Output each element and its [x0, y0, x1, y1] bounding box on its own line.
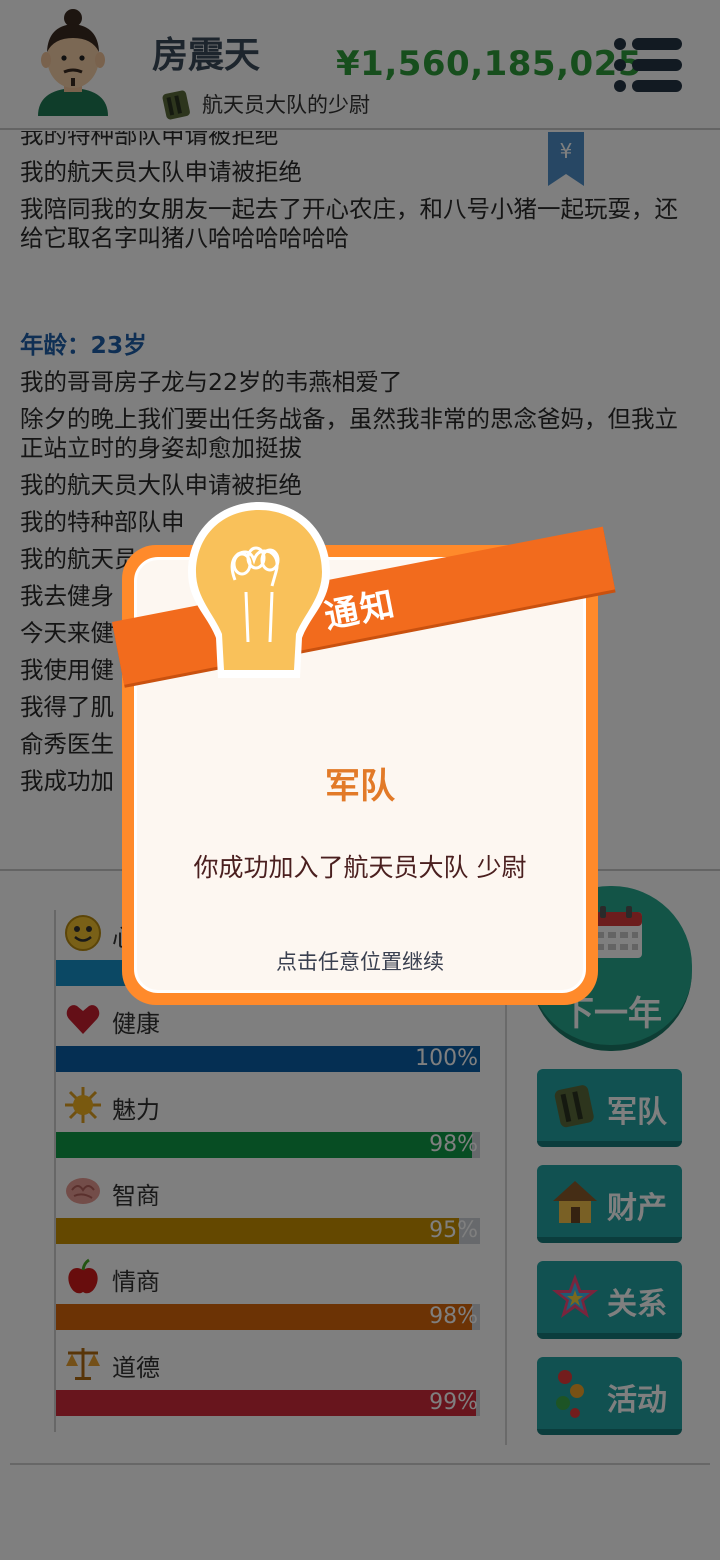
lightbulb-icon [188, 502, 330, 678]
dialog-message: 你成功加入了航天员大队 少尉 [193, 853, 527, 882]
continue-hint[interactable]: 点击任意位置继续 [122, 946, 598, 976]
dialog-title: 军队 [324, 767, 395, 807]
